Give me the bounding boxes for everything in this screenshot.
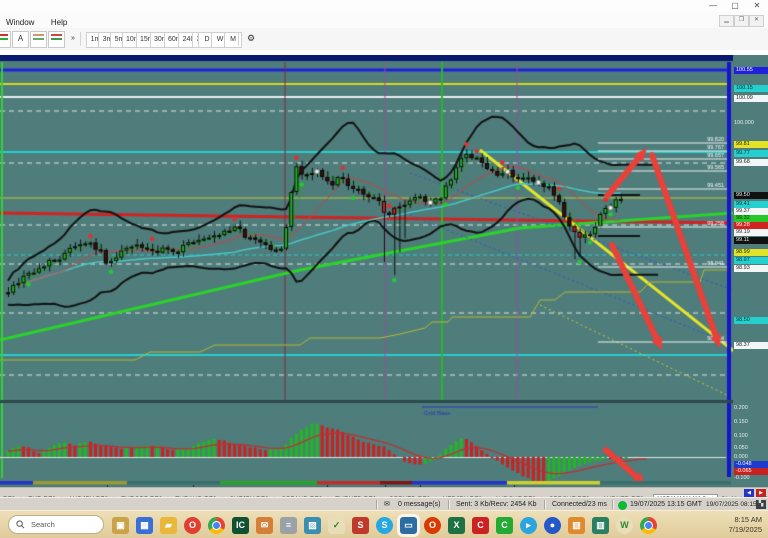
opera-icon[interactable]: O (184, 517, 201, 534)
tab-scroll-left-icon[interactable]: ◀ (744, 489, 754, 497)
chrome2-icon[interactable] (640, 517, 657, 534)
text-tool-icon[interactable]: A (12, 31, 29, 48)
price-label-98.97: 98.97 (734, 257, 768, 264)
telegram-icon[interactable]: ▸ (520, 517, 537, 534)
price-label-98.37: 98.37 (734, 342, 768, 349)
child-minimize-button[interactable]: ▁ (719, 15, 734, 27)
close-button[interactable]: ✕ (746, 0, 768, 12)
search-icon (16, 520, 25, 529)
word-icon[interactable]: W (616, 517, 633, 534)
price-label-99.19: 99.19 (734, 229, 768, 236)
folder-icon[interactable]: ▰ (160, 517, 177, 534)
price-label-99.32: 99.32 (734, 215, 768, 222)
c-red-icon[interactable]: C (472, 517, 489, 534)
clock-date: 7/19/2025 (729, 525, 762, 535)
excel-icon[interactable]: X (448, 517, 465, 534)
price-axis[interactable]: 100.000 100.55 100.15 100.09 99.81 99.77 99.68… (733, 55, 768, 487)
period-button-M[interactable]: M (224, 32, 242, 48)
taskbar-icons: ▣▦▰OIC✉≡▨✓SS▭OXCC▸●▥▥W (112, 516, 657, 534)
price-label-98.99: 98.99 (734, 249, 768, 256)
main-chart-canvas[interactable] (0, 55, 733, 487)
app-orange-icon[interactable]: ▥ (568, 517, 585, 534)
menu-bar: Window Help ▁ ❐ ✕ (0, 12, 768, 29)
toolbar: A » 1m3m5m10m15m30m60m240360 DWM ⚙ (0, 28, 768, 51)
indicator-tick-0.100: 0.100 (734, 433, 767, 440)
search-placeholder: Search (31, 520, 55, 529)
file-explorer-icon[interactable]: ▣ (112, 517, 129, 534)
app-blue-icon[interactable]: ● (544, 517, 561, 534)
price-label-99.37: 99.37 (734, 208, 768, 215)
photos-icon[interactable]: ▨ (304, 517, 321, 534)
minimize-button[interactable]: — (702, 0, 724, 12)
price-label-98.93: 98.93 (734, 265, 768, 272)
skype-icon[interactable]: S (376, 517, 393, 534)
checkmark-icon[interactable]: ✓ (328, 517, 345, 534)
price-label-100.15: 100.15 (734, 85, 768, 92)
price-label-99.11: 99.11 (734, 237, 768, 244)
indicator-tick--0.100: -0.100 (734, 475, 767, 482)
template-icon-1[interactable] (30, 31, 47, 48)
price-label-100.55: 100.55 (734, 67, 768, 74)
indicator-tick-0.150: 0.150 (734, 419, 767, 426)
price-label-98.50: 98.50 (734, 317, 768, 324)
mail-icon[interactable]: ✉ (256, 517, 273, 534)
chart-type-icon[interactable] (0, 31, 11, 48)
chrome-icon[interactable] (208, 517, 225, 534)
notepad-icon[interactable]: ≡ (280, 517, 297, 534)
search-input[interactable]: Search (8, 515, 104, 534)
c-green-icon[interactable]: C (496, 517, 513, 534)
price-label-99.50: 99.50 (734, 192, 768, 199)
vault-icon[interactable]: ▥ (592, 517, 609, 534)
status-corner-icon: ▚ (756, 500, 766, 509)
price-label-100.09: 100.09 (734, 95, 768, 102)
price-label-99.41: 99.41 (734, 201, 768, 208)
indicator-value--0.065: -0.065 (734, 468, 768, 475)
indicator-tick-0.200: 0.200 (734, 405, 767, 412)
indicator-value--0.048: -0.048 (734, 461, 768, 468)
calculator-icon[interactable]: ▦ (136, 517, 153, 534)
status-bar: ✉ 0 message(s) Sent: 3 Kb/Recv: 2454 Kb … (0, 497, 768, 511)
price-tick-100.000: 100.000 (734, 120, 767, 127)
sublime-icon[interactable]: S (352, 517, 369, 534)
taskbar-clock[interactable]: 8:15 AM 7/19/2025 (729, 515, 762, 535)
child-close-button[interactable]: ✕ (749, 15, 764, 27)
indicator-tick-0.050: 0.050 (734, 445, 767, 452)
gear-icon[interactable]: ⚙ (244, 32, 258, 46)
maximize-button[interactable]: ▢ (724, 0, 746, 12)
terminal-active-icon[interactable]: ▭ (400, 517, 417, 534)
chart-window: 100.000 100.55 100.15 100.09 99.81 99.77 99.68… (0, 50, 768, 487)
taskbar: Search ▣▦▰OIC✉≡▨✓SS▭OXCC▸●▥▥W 8:15 AM 7/… (0, 510, 768, 538)
price-label-99.28: 99.28 (734, 222, 768, 229)
trading-terminal-window: { "window": { "menu_items": ["Window", "… (0, 0, 768, 538)
price-label-99.68: 99.68 (734, 159, 768, 166)
price-label-99.81: 99.81 (734, 141, 768, 148)
office-icon[interactable]: O (424, 517, 441, 534)
connection-status-dot (618, 501, 627, 510)
price-label-99.77: 99.77 (734, 150, 768, 157)
clock-time: 8:15 AM (729, 515, 762, 525)
ic-markets-icon[interactable]: IC (232, 517, 249, 534)
toolbar-overflow-chevron[interactable]: » (68, 32, 78, 46)
tab-scroll-right-icon[interactable]: ▶ (756, 489, 766, 497)
template-icon-2[interactable] (48, 31, 65, 48)
child-restore-button[interactable]: ❐ (734, 15, 749, 27)
indicator-tick-0.000: 0.000 (734, 454, 767, 461)
